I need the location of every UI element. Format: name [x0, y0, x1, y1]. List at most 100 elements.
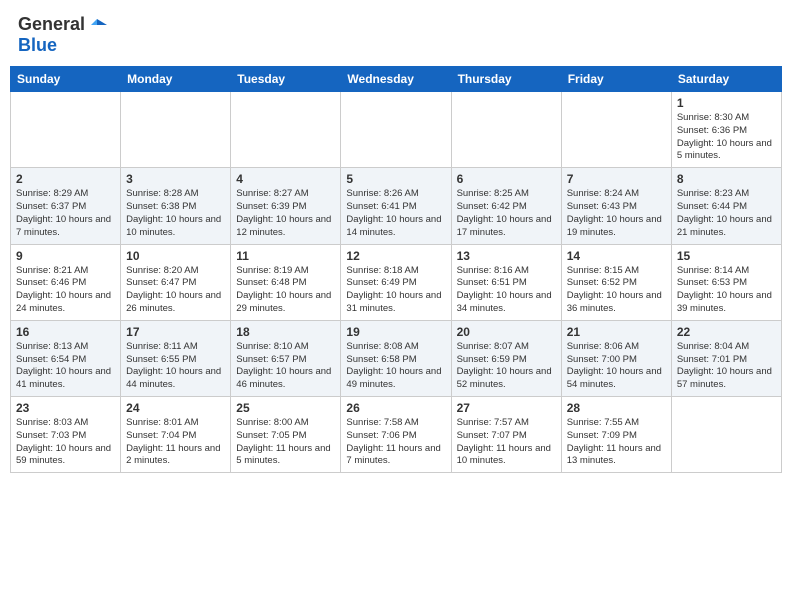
- day-info: Sunrise: 8:01 AM Sunset: 7:04 PM Dayligh…: [126, 417, 225, 468]
- logo-general-text: General: [18, 14, 85, 35]
- day-number: 11: [236, 249, 335, 263]
- page-header: General Blue: [10, 10, 782, 60]
- day-number: 28: [567, 401, 666, 415]
- day-info: Sunrise: 8:25 AM Sunset: 6:42 PM Dayligh…: [457, 188, 556, 239]
- day-number: 3: [126, 172, 225, 186]
- day-cell: 5 Sunrise: 8:26 AM Sunset: 6:41 PM Daylig…: [341, 168, 451, 244]
- day-info: Sunrise: 8:06 AM Sunset: 7:00 PM Dayligh…: [567, 341, 666, 392]
- day-info: Sunrise: 8:24 AM Sunset: 6:43 PM Dayligh…: [567, 188, 666, 239]
- logo-bird-icon: [87, 17, 107, 33]
- day-cell: 2Sunrise: 8:29 AM Sunset: 6:37 PM Daylig…: [11, 168, 121, 244]
- day-info: Sunrise: 8:16 AM Sunset: 6:51 PM Dayligh…: [457, 265, 556, 316]
- day-number: 18: [236, 325, 335, 339]
- day-info: Sunrise: 8:07 AM Sunset: 6:59 PM Dayligh…: [457, 341, 556, 392]
- day-cell: 23 Sunrise: 8:03 AM Sunset: 7:03 PM Dayli…: [11, 397, 121, 473]
- day-info: Sunrise: 8:14 AM Sunset: 6:53 PM Dayligh…: [677, 265, 776, 316]
- day-cell: 7 Sunrise: 8:24 AM Sunset: 6:43 PM Daylig…: [561, 168, 671, 244]
- day-cell: 15 Sunrise: 8:14 AM Sunset: 6:53 PM Dayli…: [671, 244, 781, 320]
- day-number: 10: [126, 249, 225, 263]
- day-cell: 21Sunrise: 8:06 AM Sunset: 7:00 PM Dayli…: [561, 320, 671, 396]
- day-number: 2: [16, 172, 115, 186]
- week-row-4: 16 Sunrise: 8:13 AM Sunset: 6:54 PM Dayli…: [11, 320, 782, 396]
- column-header-thursday: Thursday: [451, 67, 561, 92]
- week-row-3: 9Sunrise: 8:21 AM Sunset: 6:46 PM Daylig…: [11, 244, 782, 320]
- day-info: Sunrise: 8:27 AM Sunset: 6:39 PM Dayligh…: [236, 188, 335, 239]
- day-info: Sunrise: 8:26 AM Sunset: 6:41 PM Dayligh…: [346, 188, 445, 239]
- day-number: 5: [346, 172, 445, 186]
- day-info: Sunrise: 8:04 AM Sunset: 7:01 PM Dayligh…: [677, 341, 776, 392]
- logo: General Blue: [18, 14, 107, 56]
- day-number: 14: [567, 249, 666, 263]
- day-info: Sunrise: 8:03 AM Sunset: 7:03 PM Dayligh…: [16, 417, 115, 468]
- day-cell: [121, 92, 231, 168]
- day-number: 22: [677, 325, 776, 339]
- day-info: Sunrise: 8:20 AM Sunset: 6:47 PM Dayligh…: [126, 265, 225, 316]
- day-number: 6: [457, 172, 556, 186]
- day-cell: 22 Sunrise: 8:04 AM Sunset: 7:01 PM Dayli…: [671, 320, 781, 396]
- day-info: Sunrise: 8:10 AM Sunset: 6:57 PM Dayligh…: [236, 341, 335, 392]
- day-cell: [671, 397, 781, 473]
- day-cell: 20 Sunrise: 8:07 AM Sunset: 6:59 PM Dayli…: [451, 320, 561, 396]
- day-number: 7: [567, 172, 666, 186]
- day-info: Sunrise: 7:58 AM Sunset: 7:06 PM Dayligh…: [346, 417, 445, 468]
- day-info: Sunrise: 8:15 AM Sunset: 6:52 PM Dayligh…: [567, 265, 666, 316]
- day-cell: 16 Sunrise: 8:13 AM Sunset: 6:54 PM Dayli…: [11, 320, 121, 396]
- day-number: 23: [16, 401, 115, 415]
- week-row-1: 1Sunrise: 8:30 AM Sunset: 6:36 PM Daylig…: [11, 92, 782, 168]
- day-info: Sunrise: 8:18 AM Sunset: 6:49 PM Dayligh…: [346, 265, 445, 316]
- day-number: 19: [346, 325, 445, 339]
- day-number: 9: [16, 249, 115, 263]
- logo-blue-text: Blue: [18, 35, 57, 55]
- calendar-table: SundayMondayTuesdayWednesdayThursdayFrid…: [10, 66, 782, 473]
- day-info: Sunrise: 8:23 AM Sunset: 6:44 PM Dayligh…: [677, 188, 776, 239]
- week-row-5: 23 Sunrise: 8:03 AM Sunset: 7:03 PM Dayli…: [11, 397, 782, 473]
- day-cell: 12 Sunrise: 8:18 AM Sunset: 6:49 PM Dayli…: [341, 244, 451, 320]
- day-number: 15: [677, 249, 776, 263]
- day-info: Sunrise: 7:57 AM Sunset: 7:07 PM Dayligh…: [457, 417, 556, 468]
- day-cell: 28 Sunrise: 7:55 AM Sunset: 7:09 PM Dayli…: [561, 397, 671, 473]
- day-info: Sunrise: 8:30 AM Sunset: 6:36 PM Dayligh…: [677, 112, 776, 163]
- day-info: Sunrise: 8:00 AM Sunset: 7:05 PM Dayligh…: [236, 417, 335, 468]
- day-cell: 26 Sunrise: 7:58 AM Sunset: 7:06 PM Dayli…: [341, 397, 451, 473]
- day-cell: [231, 92, 341, 168]
- day-cell: 18 Sunrise: 8:10 AM Sunset: 6:57 PM Dayli…: [231, 320, 341, 396]
- day-cell: 27 Sunrise: 7:57 AM Sunset: 7:07 PM Dayli…: [451, 397, 561, 473]
- day-number: 20: [457, 325, 556, 339]
- day-cell: 13 Sunrise: 8:16 AM Sunset: 6:51 PM Dayli…: [451, 244, 561, 320]
- day-number: 8: [677, 172, 776, 186]
- day-cell: 10 Sunrise: 8:20 AM Sunset: 6:47 PM Dayli…: [121, 244, 231, 320]
- day-number: 24: [126, 401, 225, 415]
- day-number: 12: [346, 249, 445, 263]
- day-cell: 9Sunrise: 8:21 AM Sunset: 6:46 PM Daylig…: [11, 244, 121, 320]
- column-header-wednesday: Wednesday: [341, 67, 451, 92]
- day-cell: [561, 92, 671, 168]
- day-cell: 1Sunrise: 8:30 AM Sunset: 6:36 PM Daylig…: [671, 92, 781, 168]
- day-info: Sunrise: 8:19 AM Sunset: 6:48 PM Dayligh…: [236, 265, 335, 316]
- day-number: 13: [457, 249, 556, 263]
- day-cell: 11 Sunrise: 8:19 AM Sunset: 6:48 PM Dayli…: [231, 244, 341, 320]
- day-cell: 14 Sunrise: 8:15 AM Sunset: 6:52 PM Dayli…: [561, 244, 671, 320]
- day-number: 25: [236, 401, 335, 415]
- day-cell: 19 Sunrise: 8:08 AM Sunset: 6:58 PM Dayli…: [341, 320, 451, 396]
- day-cell: 17Sunrise: 8:11 AM Sunset: 6:55 PM Dayli…: [121, 320, 231, 396]
- day-info: Sunrise: 8:08 AM Sunset: 6:58 PM Dayligh…: [346, 341, 445, 392]
- week-row-2: 2Sunrise: 8:29 AM Sunset: 6:37 PM Daylig…: [11, 168, 782, 244]
- day-cell: 25 Sunrise: 8:00 AM Sunset: 7:05 PM Dayli…: [231, 397, 341, 473]
- day-number: 27: [457, 401, 556, 415]
- day-number: 4: [236, 172, 335, 186]
- day-info: Sunrise: 8:11 AM Sunset: 6:55 PM Dayligh…: [126, 341, 225, 392]
- day-info: Sunrise: 7:55 AM Sunset: 7:09 PM Dayligh…: [567, 417, 666, 468]
- day-info: Sunrise: 8:28 AM Sunset: 6:38 PM Dayligh…: [126, 188, 225, 239]
- day-cell: [11, 92, 121, 168]
- calendar-header-row: SundayMondayTuesdayWednesdayThursdayFrid…: [11, 67, 782, 92]
- day-number: 16: [16, 325, 115, 339]
- day-cell: 24 Sunrise: 8:01 AM Sunset: 7:04 PM Dayli…: [121, 397, 231, 473]
- column-header-friday: Friday: [561, 67, 671, 92]
- column-header-sunday: Sunday: [11, 67, 121, 92]
- column-header-saturday: Saturday: [671, 67, 781, 92]
- day-cell: [451, 92, 561, 168]
- day-number: 26: [346, 401, 445, 415]
- day-cell: 8 Sunrise: 8:23 AM Sunset: 6:44 PM Daylig…: [671, 168, 781, 244]
- day-cell: 4 Sunrise: 8:27 AM Sunset: 6:39 PM Daylig…: [231, 168, 341, 244]
- day-info: Sunrise: 8:13 AM Sunset: 6:54 PM Dayligh…: [16, 341, 115, 392]
